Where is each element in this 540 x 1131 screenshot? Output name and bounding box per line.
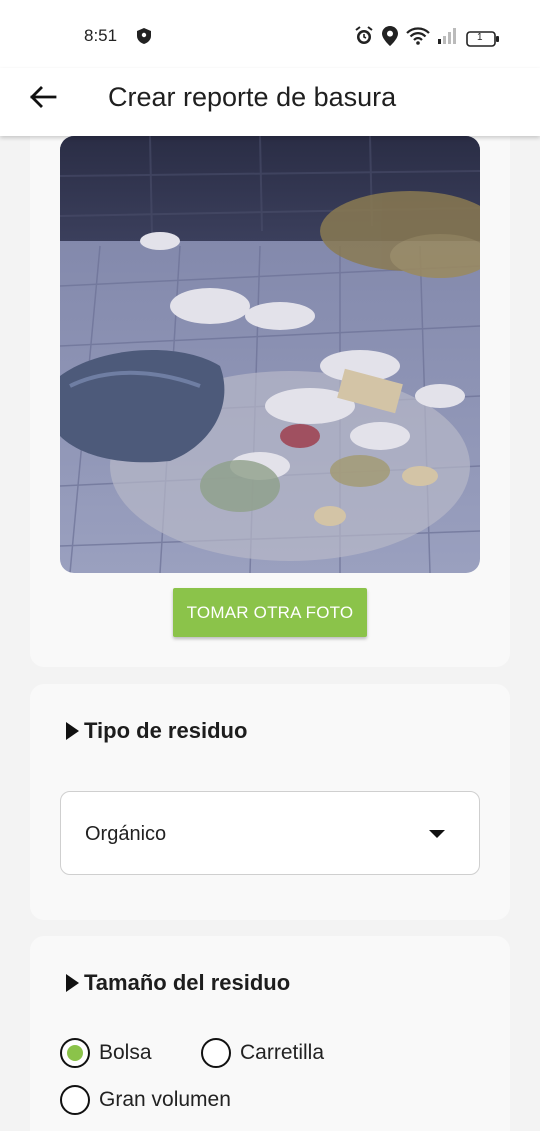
back-button[interactable] bbox=[26, 82, 60, 116]
battery-level: 1 bbox=[477, 31, 483, 43]
trash-photo bbox=[60, 136, 480, 573]
retake-photo-button[interactable]: TOMAR OTRA FOTO bbox=[173, 588, 367, 637]
caret-down-icon bbox=[429, 830, 445, 838]
photo-card: TOMAR OTRA FOTO bbox=[30, 110, 510, 667]
radio-label: Carretilla bbox=[240, 1041, 325, 1064]
signal-icon bbox=[438, 28, 458, 49]
alarm-icon bbox=[354, 26, 374, 51]
arrow-left-icon bbox=[29, 85, 57, 114]
app-bar: Crear reporte de basura bbox=[0, 68, 540, 136]
radio-option-carretilla[interactable]: Carretilla bbox=[201, 1038, 324, 1068]
waste-type-heading: Tipo de residuo bbox=[66, 718, 247, 744]
radio-checked-icon bbox=[60, 1038, 90, 1068]
radio-unchecked-icon bbox=[201, 1038, 231, 1068]
waste-type-value: Orgánico bbox=[85, 823, 167, 845]
status-bar: 8:51 1 bbox=[0, 0, 540, 68]
waste-type-select[interactable]: Orgánico bbox=[60, 791, 480, 875]
waste-type-card: Tipo de residuo Orgánico bbox=[30, 684, 510, 920]
triangle-right-icon bbox=[66, 974, 79, 992]
radio-option-bolsa[interactable]: Bolsa bbox=[60, 1038, 152, 1068]
waste-type-title: Tipo de residuo bbox=[84, 718, 248, 743]
wifi-icon bbox=[406, 27, 430, 50]
waste-size-heading: Tamaño del residuo bbox=[66, 970, 290, 996]
radio-unchecked-icon bbox=[60, 1085, 90, 1115]
waste-size-card: Tamaño del residuo Bolsa Carretilla Gran… bbox=[30, 936, 510, 1131]
location-icon bbox=[382, 26, 398, 51]
triangle-right-icon bbox=[66, 722, 79, 740]
status-icons: 1 bbox=[354, 26, 500, 51]
status-time: 8:51 bbox=[84, 26, 118, 45]
waste-size-title: Tamaño del residuo bbox=[84, 970, 291, 995]
radio-label: Bolsa bbox=[99, 1041, 152, 1064]
shield-icon bbox=[137, 28, 151, 49]
radio-label: Gran volumen bbox=[99, 1088, 231, 1111]
page-title: Crear reporte de basura bbox=[108, 82, 397, 112]
radio-option-gran-volumen[interactable]: Gran volumen bbox=[60, 1085, 231, 1115]
battery-icon: 1 bbox=[466, 30, 500, 48]
